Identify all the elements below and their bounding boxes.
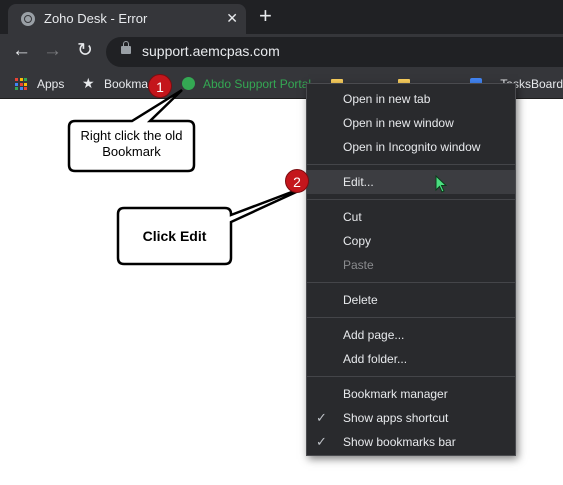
menu-separator bbox=[307, 164, 515, 165]
menu-item-add-page[interactable]: Add page... bbox=[307, 323, 515, 347]
menu-separator bbox=[307, 317, 515, 318]
checkmark-icon: ✓ bbox=[316, 410, 327, 425]
menu-item-open-new-tab[interactable]: Open in new tab bbox=[307, 87, 515, 111]
menu-item-show-bookmarks-bar[interactable]: ✓ Show bookmarks bar bbox=[307, 430, 515, 454]
menu-separator bbox=[307, 376, 515, 377]
menu-item-show-apps-shortcut[interactable]: ✓ Show apps shortcut bbox=[307, 406, 515, 430]
checkmark-icon: ✓ bbox=[316, 434, 327, 449]
mouse-cursor-icon bbox=[435, 175, 448, 193]
menu-item-open-incognito[interactable]: Open in Incognito window bbox=[307, 135, 515, 159]
menu-item-bookmark-manager[interactable]: Bookmark manager bbox=[307, 382, 515, 406]
step-badge-2: 2 bbox=[285, 169, 309, 193]
menu-item-cut[interactable]: Cut bbox=[307, 205, 515, 229]
menu-separator bbox=[307, 199, 515, 200]
menu-item-add-folder[interactable]: Add folder... bbox=[307, 347, 515, 371]
menu-item-open-new-window[interactable]: Open in new window bbox=[307, 111, 515, 135]
callout-step1-text: Right click the old Bookmark bbox=[80, 128, 183, 159]
menu-item-copy[interactable]: Copy bbox=[307, 229, 515, 253]
callout-step2-text: Click Edit bbox=[142, 228, 207, 244]
menu-separator bbox=[307, 282, 515, 283]
menu-item-delete[interactable]: Delete bbox=[307, 288, 515, 312]
context-menu: Open in new tab Open in new window Open … bbox=[306, 83, 516, 456]
menu-item-paste: Paste bbox=[343, 258, 374, 272]
menu-item-edit[interactable]: Edit... bbox=[307, 170, 515, 194]
step-badge-1: 1 bbox=[148, 74, 172, 98]
callout-bubble-step2 bbox=[116, 180, 319, 266]
